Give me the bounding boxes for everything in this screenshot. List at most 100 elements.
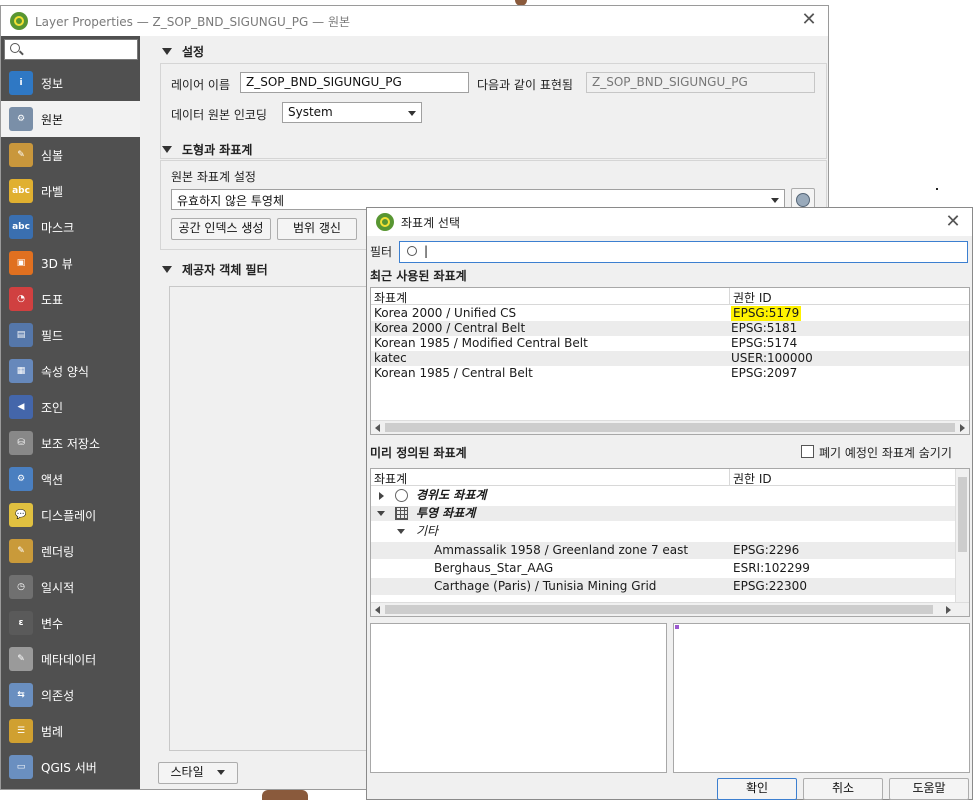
recent-crs-row[interactable]: katec USER:100000 bbox=[371, 351, 969, 366]
fields-icon: ▤ bbox=[9, 323, 33, 347]
tree-node-label: 기타 bbox=[416, 524, 439, 538]
sidebar-item-4[interactable]: abc 라벨 bbox=[1, 173, 140, 209]
crs-dialog-title: 좌표계 선택 bbox=[401, 215, 461, 230]
sidebar-item-9[interactable]: ▦ 속성 양식 bbox=[1, 353, 140, 389]
sidebar-item-2[interactable]: ⚙ 원본 bbox=[1, 101, 140, 137]
column-header-crs[interactable]: 좌표계 bbox=[374, 470, 407, 487]
sidebar-item-18[interactable]: ⇆ 의존성 bbox=[1, 677, 140, 713]
sidebar-item-17[interactable]: ✎ 메타데이터 bbox=[1, 641, 140, 677]
scroll-thumb[interactable] bbox=[385, 423, 955, 432]
main-titlebar: Layer Properties — Z_SOP_BND_SIGUNGU_PG … bbox=[1, 6, 828, 36]
sidebar-nav: i 정보 ⚙ 원본 ✎ 심볼 abc 라벨 abc 마스크 ▣ 3D 뷰 ◔ 도표 ▤ 필드 ▦ 속성 양식 ◀ 조인… bbox=[1, 65, 140, 785]
sidebar-item-5[interactable]: abc 마스크 bbox=[1, 209, 140, 245]
sidebar-item-20[interactable]: ▭ QGIS 서버 bbox=[1, 749, 140, 785]
symbology-brush-icon: ✎ bbox=[9, 143, 33, 167]
sidebar-item-label: 원본 bbox=[41, 112, 64, 127]
vertical-scrollbar[interactable] bbox=[955, 469, 969, 604]
crs-selector-dialog: 좌표계 선택 ✕ 필터 | 최근 사용된 좌표계 좌표계 권한 ID Korea… bbox=[366, 207, 973, 800]
settings-section-header[interactable]: 설정 bbox=[158, 41, 204, 61]
joins-icon: ◀ bbox=[9, 395, 33, 419]
auxiliary-storage-icon: ⛁ bbox=[9, 431, 33, 455]
collapse-arrow-icon[interactable] bbox=[397, 529, 405, 534]
predefined-crs-tree[interactable]: 좌표계 권한 ID 경위도 좌표계 투영 좌표계 기타 Ammassalik 1… bbox=[370, 468, 970, 617]
crs-extent-map-pane bbox=[673, 623, 970, 773]
column-header-authority[interactable]: 권한 ID bbox=[733, 470, 772, 487]
scroll-thumb[interactable] bbox=[958, 477, 967, 552]
recent-crs-list[interactable]: 좌표계 권한 ID Korea 2000 / Unified CS EPSG:51… bbox=[370, 287, 970, 435]
sidebar-item-12[interactable]: ⚙ 액션 bbox=[1, 461, 140, 497]
hide-deprecated-checkbox[interactable] bbox=[801, 445, 814, 458]
encoding-value: System bbox=[288, 105, 333, 119]
sidebar: i 정보 ⚙ 원본 ✎ 심볼 abc 라벨 abc 마스크 ▣ 3D 뷰 ◔ 도표 ▤ 필드 ▦ 속성 양식 ◀ 조인… bbox=[1, 36, 140, 789]
layer-name-input[interactable]: Z_SOP_BND_SIGUNGU_PG bbox=[240, 72, 469, 93]
tree-node-geographic[interactable]: 경위도 좌표계 bbox=[371, 488, 969, 503]
crs-name: Carthage (Paris) / Tunisia Mining Grid bbox=[434, 579, 657, 593]
sidebar-search-input[interactable] bbox=[4, 39, 138, 60]
recent-crs-row[interactable]: Korea 2000 / Unified CS EPSG:5179 bbox=[371, 306, 969, 321]
recent-crs-row[interactable]: Korean 1985 / Modified Central Belt EPSG:… bbox=[371, 336, 969, 351]
sidebar-item-7[interactable]: ◔ 도표 bbox=[1, 281, 140, 317]
update-extents-button[interactable]: 범위 갱신 bbox=[277, 218, 357, 240]
chevron-down-icon bbox=[771, 198, 779, 203]
sidebar-item-19[interactable]: ☰ 범례 bbox=[1, 713, 140, 749]
encoding-select[interactable]: System bbox=[282, 102, 422, 123]
sidebar-item-8[interactable]: ▤ 필드 bbox=[1, 317, 140, 353]
recent-crs-row[interactable]: Korea 2000 / Central Belt EPSG:5181 bbox=[371, 321, 969, 336]
spatial-index-button[interactable]: 공간 인덱스 생성 bbox=[171, 218, 271, 240]
display-tooltip-icon: 💬 bbox=[9, 503, 33, 527]
geometry-section-header[interactable]: 도형과 좌표계 bbox=[158, 139, 252, 159]
background-map-feature bbox=[262, 790, 308, 800]
sidebar-item-label: 범례 bbox=[41, 724, 64, 739]
help-button[interactable]: 도움말 bbox=[889, 778, 969, 800]
column-header-authority[interactable]: 권한 ID bbox=[733, 289, 772, 306]
scroll-thumb[interactable] bbox=[385, 605, 933, 614]
close-icon[interactable]: ✕ bbox=[798, 10, 820, 32]
crs-filter-input[interactable]: | bbox=[399, 241, 968, 263]
crs-authority-id: EPSG:2097 bbox=[731, 366, 798, 380]
style-menu-button[interactable]: 스타일 bbox=[158, 762, 238, 784]
dependencies-icon: ⇆ bbox=[9, 683, 33, 707]
sidebar-item-15[interactable]: ◷ 일시적 bbox=[1, 569, 140, 605]
sidebar-item-1[interactable]: i 정보 bbox=[1, 65, 140, 101]
predefined-crs-row[interactable]: Carthage (Paris) / Tunisia Mining Grid EP… bbox=[371, 578, 955, 595]
scroll-right-arrow-icon[interactable] bbox=[946, 606, 951, 614]
predefined-crs-row[interactable]: Ammassalik 1958 / Greenland zone 7 east E… bbox=[371, 542, 955, 559]
cancel-button[interactable]: 취소 bbox=[803, 778, 883, 800]
sidebar-item-label: 속성 양식 bbox=[41, 364, 89, 379]
close-icon[interactable]: ✕ bbox=[942, 212, 964, 234]
chevron-down-icon bbox=[408, 111, 416, 116]
display-as-label: 다음과 같이 표현됨 bbox=[477, 78, 573, 92]
sidebar-item-10[interactable]: ◀ 조인 bbox=[1, 389, 140, 425]
scroll-left-arrow-icon[interactable] bbox=[375, 606, 380, 614]
collapse-arrow-icon[interactable] bbox=[377, 511, 385, 516]
crs-label: 원본 좌표계 설정 bbox=[171, 170, 256, 184]
sidebar-item-6[interactable]: ▣ 3D 뷰 bbox=[1, 245, 140, 281]
horizontal-scrollbar[interactable] bbox=[371, 420, 969, 434]
attributes-form-icon: ▦ bbox=[9, 359, 33, 383]
globe-projection-icon bbox=[796, 193, 810, 207]
legend-icon: ☰ bbox=[9, 719, 33, 743]
ok-button[interactable]: 확인 bbox=[717, 778, 797, 800]
sidebar-item-14[interactable]: ✎ 렌더링 bbox=[1, 533, 140, 569]
sidebar-item-3[interactable]: ✎ 심볼 bbox=[1, 137, 140, 173]
3d-cube-icon: ▣ bbox=[9, 251, 33, 275]
sidebar-item-label: 액션 bbox=[41, 472, 64, 487]
recent-crs-row[interactable]: Korean 1985 / Central Belt EPSG:2097 bbox=[371, 366, 969, 381]
sidebar-item-16[interactable]: ε 변수 bbox=[1, 605, 140, 641]
horizontal-scrollbar[interactable] bbox=[371, 602, 969, 616]
provider-filter-section-header[interactable]: 제공자 객체 필터 bbox=[158, 259, 268, 279]
scroll-right-arrow-icon[interactable] bbox=[960, 424, 965, 432]
expand-arrow-icon[interactable] bbox=[379, 492, 384, 500]
predefined-crs-row[interactable]: Berghaus_Star_AAG ESRI:102299 bbox=[371, 560, 955, 577]
sidebar-item-label: 필드 bbox=[41, 328, 64, 343]
column-header-crs[interactable]: 좌표계 bbox=[374, 289, 407, 306]
temporal-clock-icon: ◷ bbox=[9, 575, 33, 599]
sidebar-item-label: 의존성 bbox=[41, 688, 75, 703]
tree-node-projected[interactable]: 투영 좌표계 bbox=[371, 506, 969, 521]
sidebar-item-label: 3D 뷰 bbox=[41, 256, 73, 271]
sidebar-item-13[interactable]: 💬 디스플레이 bbox=[1, 497, 140, 533]
tree-node-other[interactable]: 기타 bbox=[371, 524, 969, 539]
sidebar-item-11[interactable]: ⛁ 보조 저장소 bbox=[1, 425, 140, 461]
qgis-server-icon: ▭ bbox=[9, 755, 33, 779]
scroll-left-arrow-icon[interactable] bbox=[375, 424, 380, 432]
